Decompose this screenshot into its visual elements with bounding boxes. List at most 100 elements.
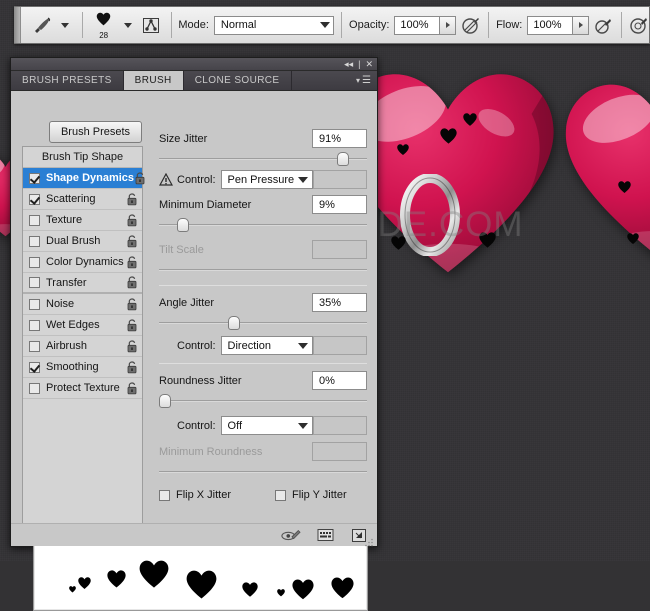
- stamped-heart: [627, 232, 639, 250]
- opacity-label: Opacity:: [349, 19, 390, 31]
- size-jitter-slider[interactable]: [159, 152, 367, 166]
- blend-mode-value: Normal: [220, 19, 257, 31]
- panel-titlebar[interactable]: ◂◂ | ✕: [11, 58, 377, 71]
- brush-tool-caret-icon[interactable]: [61, 22, 69, 28]
- brush-option-label: Airbrush: [46, 340, 87, 352]
- preview-brush-stamp: [242, 582, 258, 602]
- checkbox-box[interactable]: [29, 298, 40, 310]
- create-new-brush-preset-icon[interactable]: [315, 527, 335, 543]
- toggle-brush-panel-button[interactable]: [138, 7, 164, 43]
- lock-icon[interactable]: [126, 276, 138, 289]
- minimum-diameter-value[interactable]: 9%: [312, 195, 367, 214]
- flip-x-label: Flip X Jitter: [176, 489, 232, 501]
- checkbox-box[interactable]: [29, 340, 40, 352]
- checkbox-box[interactable]: [29, 214, 40, 226]
- brush-option-label: Transfer: [46, 276, 87, 289]
- flow-value[interactable]: 100%: [527, 15, 574, 35]
- roundness-jitter-row: Roundness Jitter 0%: [159, 371, 367, 390]
- brush-option-scattering[interactable]: Scattering: [23, 189, 142, 210]
- flow-flyout-button[interactable]: [573, 15, 590, 35]
- tab-brush[interactable]: Brush: [123, 71, 184, 90]
- chevron-down-icon: [298, 422, 309, 429]
- lock-icon[interactable]: [126, 381, 138, 395]
- tablet-pressure-flow-icon[interactable]: [594, 12, 614, 38]
- brush-option-smoothing[interactable]: Smoothing: [23, 357, 142, 378]
- checkbox-box[interactable]: [29, 382, 40, 394]
- divider: [82, 12, 83, 38]
- lock-icon[interactable]: [126, 213, 138, 227]
- brush-option-shape-dynamics[interactable]: Shape Dynamics: [23, 168, 145, 189]
- checkbox-box[interactable]: [159, 489, 170, 501]
- checkbox-box[interactable]: [275, 489, 287, 501]
- slider-thumb[interactable]: [228, 316, 240, 330]
- lock-icon[interactable]: [134, 171, 146, 185]
- blend-mode-select[interactable]: Normal: [213, 15, 335, 35]
- angle-jitter-value[interactable]: 35%: [312, 293, 367, 312]
- tab-brush-presets[interactable]: Brush Presets: [11, 71, 124, 90]
- brush-option-texture[interactable]: Texture: [23, 210, 142, 231]
- airbrush-icon[interactable]: [629, 12, 649, 38]
- flip-x-jitter-checkbox[interactable]: Flip X Jitter: [159, 489, 231, 501]
- brush-option-noise[interactable]: Noise: [23, 294, 142, 315]
- slider-thumb[interactable]: [337, 152, 349, 166]
- collapse-to-icons-icon[interactable]: ◂◂: [344, 59, 353, 69]
- roundness-jitter-value[interactable]: 0%: [312, 371, 367, 390]
- lock-icon[interactable]: [126, 360, 138, 374]
- opacity-value[interactable]: 100%: [394, 15, 441, 35]
- size-control-select[interactable]: Pen Pressure: [220, 170, 314, 189]
- brush-tool-picker[interactable]: [29, 7, 75, 43]
- brush-preset-caret-icon[interactable]: [123, 22, 132, 28]
- resize-grip-icon[interactable]: [365, 534, 374, 547]
- checkbox-box[interactable]: [29, 235, 40, 247]
- tablet-pressure-opacity-icon[interactable]: [461, 12, 481, 38]
- checkbox-box[interactable]: [29, 256, 40, 268]
- lock-icon[interactable]: [126, 339, 138, 353]
- checkbox-box[interactable]: [29, 193, 40, 205]
- checkbox-box[interactable]: [29, 361, 40, 373]
- lock-icon[interactable]: [126, 192, 138, 206]
- angle-control-select[interactable]: Direction: [220, 336, 314, 355]
- angle-control-value: Direction: [227, 339, 271, 352]
- toggle-live-tip-preview-icon[interactable]: [281, 527, 301, 543]
- slider-thumb[interactable]: [159, 394, 171, 408]
- lock-icon[interactable]: [126, 234, 138, 248]
- toggle-brush-panel-icon: [138, 12, 164, 38]
- size-jitter-value[interactable]: 91%: [312, 129, 367, 148]
- brush-option-airbrush[interactable]: Airbrush: [23, 336, 142, 357]
- close-icon[interactable]: ✕: [365, 59, 373, 69]
- brush-option-wet-edges[interactable]: Wet Edges: [23, 315, 142, 336]
- minimum-diameter-slider[interactable]: [159, 218, 367, 232]
- brush-option-dual-brush[interactable]: Dual Brush: [23, 231, 142, 252]
- roundness-jitter-slider[interactable]: [159, 394, 367, 408]
- lock-icon[interactable]: [126, 318, 138, 332]
- stamped-heart: [397, 143, 409, 161]
- warning-triangle-icon: [158, 172, 174, 186]
- slider-thumb[interactable]: [177, 218, 189, 232]
- checkbox-box[interactable]: [29, 172, 40, 184]
- checkbox-box[interactable]: [29, 277, 40, 288]
- checkbox-box[interactable]: [29, 319, 40, 331]
- options-bar-grip[interactable]: [14, 7, 21, 43]
- brush-option-transfer[interactable]: Transfer: [23, 273, 142, 294]
- lock-icon[interactable]: [126, 255, 138, 269]
- tab-clone-source[interactable]: Clone Source: [184, 71, 292, 90]
- brush-presets-button[interactable]: Brush Presets: [49, 121, 142, 143]
- roundness-control-stub: [313, 416, 367, 435]
- flow-stepper[interactable]: 100%: [527, 15, 590, 35]
- lock-icon[interactable]: [126, 297, 138, 311]
- panel-menu-icon[interactable]: ▾ ☰: [356, 71, 377, 90]
- divider: [341, 12, 343, 38]
- opacity-stepper[interactable]: 100%: [394, 15, 457, 35]
- tilt-scale-row: Tilt Scale: [159, 240, 367, 259]
- brush-tip-shape-item[interactable]: Brush Tip Shape: [23, 147, 142, 168]
- brush-preset-picker[interactable]: 28: [90, 7, 138, 43]
- roundness-control-select[interactable]: Off: [220, 416, 314, 435]
- opacity-flyout-button[interactable]: [440, 15, 457, 35]
- brush-option-protect-texture[interactable]: Protect Texture: [23, 378, 142, 399]
- flip-y-jitter-checkbox[interactable]: Flip Y Jitter: [275, 489, 347, 501]
- brush-option-color-dynamics[interactable]: Color Dynamics: [23, 252, 142, 273]
- stamped-heart: [618, 180, 631, 198]
- angle-jitter-slider[interactable]: [159, 316, 367, 330]
- metallic-letter-o: [400, 173, 460, 261]
- angle-jitter-label: Angle Jitter: [159, 297, 215, 309]
